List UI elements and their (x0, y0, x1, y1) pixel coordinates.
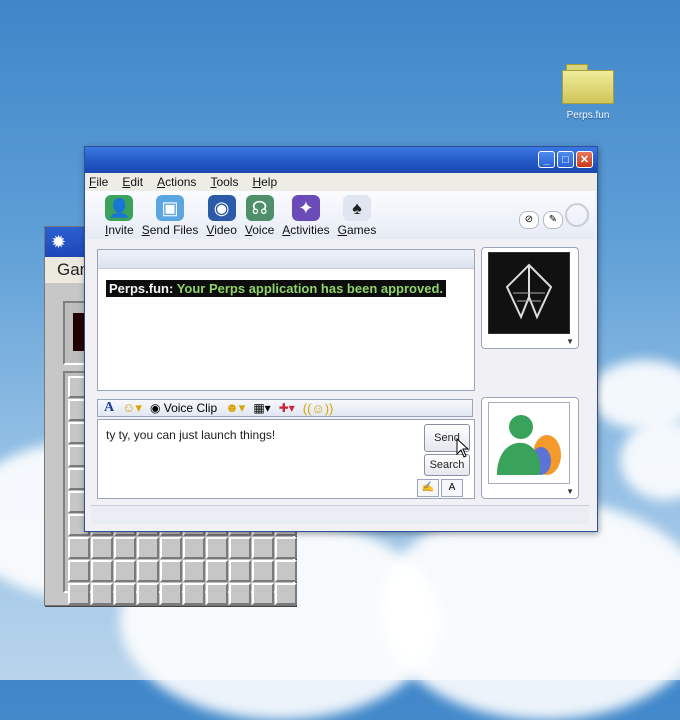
minesweeper-cell[interactable] (137, 560, 159, 582)
menu-tools[interactable]: Tools (210, 173, 238, 191)
minesweeper-cell[interactable] (275, 537, 297, 559)
send-files-button[interactable]: ▣ Send Files (142, 195, 198, 237)
minesweeper-cell[interactable] (91, 560, 113, 582)
nudge-icon[interactable]: ((☺)) (303, 401, 334, 416)
minesweeper-cell[interactable] (252, 583, 274, 605)
activities-icon: ✦ (291, 195, 320, 221)
message-sender: Perps.fun: (109, 281, 174, 296)
close-button[interactable]: ✕ (576, 151, 593, 168)
picture-icon: ▣ (156, 195, 185, 221)
text-mode-icon[interactable]: A (441, 479, 463, 497)
voice-button[interactable]: ☊ Voice (245, 195, 274, 237)
minesweeper-cell[interactable] (206, 537, 228, 559)
block-icon[interactable]: ⊘ (519, 211, 539, 229)
minesweeper-cell[interactable] (137, 537, 159, 559)
cursor-icon (456, 438, 470, 458)
menu-edit[interactable]: Edit (122, 173, 143, 191)
buddy-icon: 👤 (105, 195, 134, 221)
minesweeper-cell[interactable] (183, 537, 205, 559)
minesweeper-cell[interactable] (206, 560, 228, 582)
minesweeper-cell[interactable] (137, 583, 159, 605)
window-titlebar[interactable]: _ □ ✕ (85, 147, 597, 173)
folder-icon (562, 64, 614, 104)
invite-button[interactable]: 👤 Invite (105, 195, 134, 237)
user-display-picture[interactable]: ▼ (481, 397, 579, 499)
minesweeper-cell[interactable] (229, 560, 251, 582)
mine-icon: ✹ (51, 231, 67, 252)
minesweeper-cell[interactable] (229, 537, 251, 559)
minesweeper-cell[interactable] (229, 583, 251, 605)
emoticon-icon[interactable]: ☺▾ (122, 400, 142, 416)
background-icon[interactable]: ▦▾ (253, 401, 270, 415)
minesweeper-cell[interactable] (252, 560, 274, 582)
conversation-history[interactable]: Perps.fun: Your Perps application has be… (97, 249, 475, 391)
contact-display-picture[interactable]: ▼ (481, 247, 579, 349)
webcam-icon: ◉ (207, 195, 236, 221)
minesweeper-cell[interactable] (275, 560, 297, 582)
desktop-icon-perps[interactable]: Perps.fun (552, 64, 624, 121)
activities-button[interactable]: ✦ Activities (282, 195, 330, 237)
theme-icon[interactable]: ✎ (543, 211, 563, 229)
msn-logo-icon (565, 203, 589, 227)
minesweeper-cell[interactable] (68, 537, 90, 559)
minesweeper-cell[interactable] (91, 583, 113, 605)
minesweeper-cell[interactable] (114, 560, 136, 582)
chevron-down-icon[interactable]: ▼ (566, 337, 574, 346)
minesweeper-cell[interactable] (91, 537, 113, 559)
status-bar (91, 505, 589, 524)
menu-bar: File Edit Actions Tools Help (85, 173, 597, 191)
wink-icon[interactable]: ☻▾ (225, 400, 245, 416)
conversation-header (98, 250, 474, 269)
minesweeper-cell[interactable] (160, 583, 182, 605)
minimize-button[interactable]: _ (538, 151, 555, 168)
minesweeper-cell[interactable] (206, 583, 228, 605)
font-icon[interactable]: A (104, 400, 114, 416)
conversation-window[interactable]: _ □ ✕ File Edit Actions Tools Help 👤 Inv… (84, 146, 598, 532)
toolbar: 👤 Invite ▣ Send Files ◉ Video ☊ Voice ✦ … (85, 191, 595, 239)
voice-clip-button[interactable]: ◉ Voice Clip (150, 401, 217, 415)
video-button[interactable]: ◉ Video (206, 195, 237, 237)
minesweeper-cell[interactable] (183, 583, 205, 605)
minesweeper-cell[interactable] (160, 560, 182, 582)
menu-help[interactable]: Help (252, 173, 277, 191)
minesweeper-cell[interactable] (252, 537, 274, 559)
headset-icon: ☊ (245, 195, 274, 221)
gift-icon[interactable]: ✚▾ (279, 401, 295, 415)
games-button[interactable]: ♠ Games (338, 195, 376, 237)
minesweeper-cell[interactable] (114, 537, 136, 559)
chat-message: Perps.fun: Your Perps application has be… (106, 280, 447, 297)
msn-buddy-icon (488, 402, 570, 484)
menu-file[interactable]: File (89, 173, 108, 191)
minesweeper-cell[interactable] (114, 583, 136, 605)
handwriting-icon[interactable]: ✍ (417, 479, 439, 497)
emoticon-toolbar: A ☺▾ ◉ Voice Clip ☻▾ ▦▾ ✚▾ ((☺)) (97, 399, 473, 417)
desktop-icon-label: Perps.fun (566, 110, 610, 121)
menu-actions[interactable]: Actions (157, 173, 196, 191)
maximize-button[interactable]: □ (557, 151, 574, 168)
minesweeper-cell[interactable] (183, 560, 205, 582)
minesweeper-cell[interactable] (68, 583, 90, 605)
minesweeper-cell[interactable] (275, 583, 297, 605)
message-input-text: ty ty, you can just launch things! (106, 428, 276, 442)
contact-logo-icon (488, 252, 570, 334)
cards-icon: ♠ (342, 195, 371, 221)
message-text: Your Perps application has been approved… (176, 281, 444, 296)
chevron-down-icon[interactable]: ▼ (566, 487, 574, 496)
minesweeper-cell[interactable] (160, 537, 182, 559)
minesweeper-cell[interactable] (68, 560, 90, 582)
